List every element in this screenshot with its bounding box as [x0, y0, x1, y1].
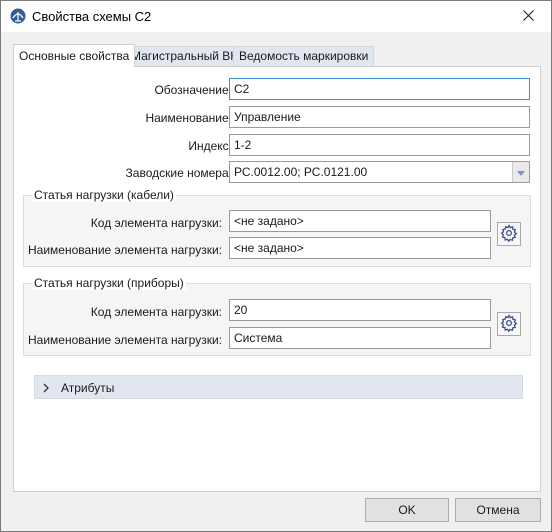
- cables-name-label: Наименование элемента нагрузки:: [28, 243, 222, 257]
- cables-code-label: Код элемента нагрузки:: [90, 216, 222, 230]
- devices-name-field[interactable]: Система: [229, 327, 491, 349]
- name-field[interactable]: Управление: [229, 106, 530, 128]
- serials-value: РС.0012.00; РС.0121.00: [234, 165, 368, 179]
- cables-code-field[interactable]: <не задано>: [229, 210, 491, 232]
- designation-field[interactable]: С2: [229, 78, 530, 100]
- tab-main-properties[interactable]: Основные свойства: [13, 44, 136, 67]
- designation-label: Обозначение:: [154, 83, 232, 97]
- cancel-button[interactable]: Отмена: [455, 498, 541, 522]
- cables-settings-button[interactable]: [497, 222, 521, 246]
- serials-label: Заводские номера:: [125, 166, 232, 180]
- tab-panel: Обозначение: С2 Наименование: Управление…: [13, 66, 541, 492]
- gear-icon: [500, 223, 518, 245]
- cables-group-title: Статья нагрузки (кабели): [32, 188, 176, 202]
- gear-icon: [500, 313, 518, 335]
- properties-dialog: Свойства схемы С2 Основные свойства Маги…: [0, 0, 552, 532]
- chevron-down-icon: [517, 162, 525, 182]
- name-label: Наименование:: [145, 111, 232, 125]
- chevron-right-icon: [43, 382, 49, 396]
- dropdown-button[interactable]: [512, 162, 529, 182]
- index-field[interactable]: 1-2: [229, 134, 530, 156]
- tab-marking-sheet[interactable]: Ведомость маркировки: [233, 46, 375, 66]
- attributes-label: Атрибуты: [61, 381, 115, 395]
- ok-button[interactable]: OK: [365, 498, 449, 522]
- serials-dropdown[interactable]: РС.0012.00; РС.0121.00: [229, 161, 530, 183]
- attributes-expander[interactable]: Атрибуты: [34, 375, 523, 399]
- devices-name-label: Наименование элемента нагрузки:: [28, 333, 222, 347]
- devices-group-title: Статья нагрузки (приборы): [32, 276, 186, 290]
- app-logo-icon: [10, 8, 26, 24]
- tab-main-vk[interactable]: Магистральный ВК: [125, 46, 244, 66]
- devices-code-field[interactable]: 20: [229, 299, 491, 321]
- close-icon: [522, 9, 534, 24]
- cables-name-field[interactable]: <не задано>: [229, 237, 491, 259]
- window-title: Свойства схемы С2: [32, 9, 152, 24]
- devices-settings-button[interactable]: [497, 312, 521, 336]
- index-label: Индекс:: [188, 139, 232, 153]
- devices-code-label: Код элемента нагрузки:: [90, 305, 222, 319]
- close-button[interactable]: [505, 1, 551, 32]
- title-bar: Свойства схемы С2: [1, 1, 551, 32]
